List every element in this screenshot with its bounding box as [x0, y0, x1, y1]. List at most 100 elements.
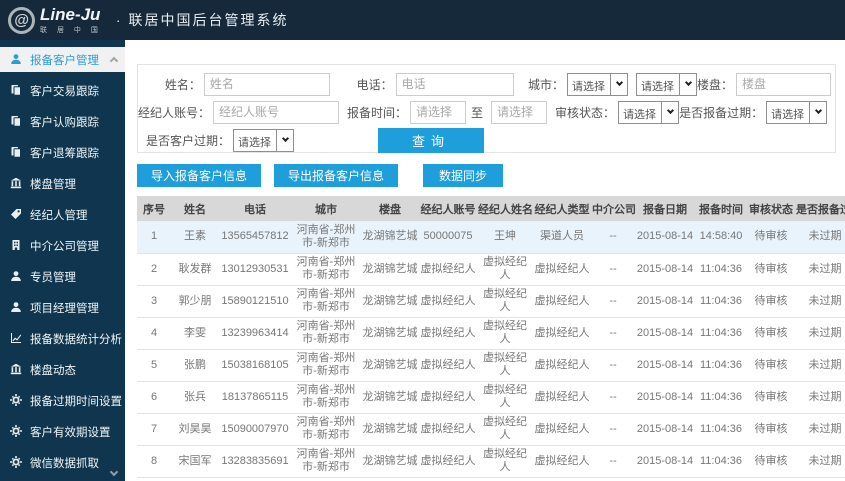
table-cell: 河南省-郑州市-新郑市 — [291, 445, 361, 478]
table-row[interactable]: 3 郭少朋 15890121510 河南省-郑州市-新郑市 龙湖锦艺城 虚拟经纪人 虚拟经纪… — [137, 285, 845, 318]
brand-subtitle: 联 居 中 国 — [40, 26, 102, 34]
building-input[interactable] — [736, 72, 832, 96]
table-cell: 未过期 — [795, 221, 845, 254]
table-cell: 虚拟经纪人 — [533, 413, 591, 446]
table-cell: 6 — [137, 381, 171, 414]
table-cell: 11:04:36 — [695, 285, 747, 318]
import-customers-button[interactable]: 导入报备客户信息 — [137, 164, 262, 187]
table-cell: 龙湖锦艺城 — [361, 445, 419, 478]
search-button[interactable]: 查询 — [378, 127, 484, 153]
table-cell: 虚拟经纪人 — [533, 349, 591, 382]
phone-input[interactable] — [395, 72, 514, 96]
table-row[interactable]: 5 张鹏 15038168105 河南省-郑州市-新郑市 龙湖锦艺城 虚拟经纪人 虚拟经纪人… — [137, 349, 845, 382]
sidebar-item-楼盘动态[interactable]: 楼盘动态 — [0, 357, 125, 382]
sidebar-item-label: 客户有效期设置 — [30, 426, 111, 439]
sidebar-item-报备过期时间设置[interactable]: 报备过期时间设置 — [0, 388, 125, 413]
sidebar-item-报备客户管理[interactable]: 报备客户管理 — [0, 47, 125, 72]
table-cell: -- — [591, 285, 635, 318]
table-row[interactable]: 2 耿发群 13012930531 河南省-郑州市-新郑市 龙湖锦艺城 虚拟经纪人 虚拟经纪… — [137, 253, 845, 286]
export-customers-button[interactable]: 导出报备客户信息 — [274, 164, 399, 187]
table-cell: 虚拟经纪人 — [477, 381, 533, 414]
chevron-down-icon — [679, 73, 696, 95]
sidebar-item-label: 楼盘动态 — [30, 364, 76, 377]
sidebar-item-项目经理管理[interactable]: 项目经理管理 — [0, 295, 125, 320]
customer-name-link[interactable]: 王素 — [171, 221, 219, 254]
sidebar-item-楼盘管理[interactable]: 楼盘管理 — [0, 171, 125, 196]
city-province-select[interactable]: 请选择 — [567, 72, 628, 96]
sidebar-item-label: 经纪人管理 — [30, 209, 88, 222]
sidebar-item-label: 报备客户管理 — [30, 54, 99, 67]
table-row[interactable]: 6 张兵 18137865115 河南省-郑州市-新郑市 龙湖锦艺城 虚拟经纪人 虚拟经纪人… — [137, 381, 845, 414]
agent-account-input[interactable] — [213, 100, 340, 124]
table-row[interactable]: 8 宋国军 13283835691 河南省-郑州市-新郑市 龙湖锦艺城 虚拟经纪人 虚拟经纪… — [137, 445, 845, 478]
sidebar-item-客户交易跟踪[interactable]: 客户交易跟踪 — [0, 78, 125, 103]
table-cell: 虚拟经纪人 — [477, 285, 533, 318]
table-cell: 11:04:36 — [695, 349, 747, 382]
customer-name-link[interactable]: 张兵 — [171, 381, 219, 414]
customer-name-link[interactable]: 郭少朋 — [171, 285, 219, 318]
gear-icon — [10, 394, 23, 407]
column-header: 经纪人账号 — [419, 196, 477, 221]
files-icon — [10, 84, 23, 97]
name-input[interactable] — [203, 72, 330, 96]
customer-name-link[interactable]: 李雯 — [171, 317, 219, 350]
table-cell: 13565457812 — [219, 221, 291, 254]
table-row[interactable]: 7 刘昊昊 15090007970 河南省-郑州市-新郑市 龙湖锦艺城 虚拟经纪人 虚拟经纪… — [137, 413, 845, 446]
customer-name-link[interactable]: 宋国军 — [171, 445, 219, 478]
to-word: 至 — [471, 105, 484, 120]
table-cell: 50000075 — [419, 221, 477, 254]
customer-name-link[interactable]: 刘昊昊 — [171, 413, 219, 446]
at-logo-icon: @ — [8, 6, 35, 34]
table-cell: 渠道人员 — [533, 221, 591, 254]
sidebar-item-客户有效期设置[interactable]: 客户有效期设置 — [0, 419, 125, 444]
table-cell: 虚拟经纪人 — [533, 445, 591, 478]
sidebar-item-中介公司管理[interactable]: 中介公司管理 — [0, 233, 125, 258]
table-cell: 虚拟经纪人 — [533, 317, 591, 350]
table-cell: 未过期 — [795, 349, 845, 382]
sidebar-item-报备数据统计分析[interactable]: 报备数据统计分析 — [0, 326, 125, 351]
sidebar-item-客户退筹跟踪[interactable]: 客户退筹跟踪 — [0, 140, 125, 165]
bank-icon — [10, 177, 23, 190]
table-cell: 未过期 — [795, 445, 845, 478]
report-expired-label: 是否报备过期： — [679, 105, 764, 120]
table-cell: 河南省-郑州市-新郑市 — [291, 349, 361, 382]
filter-panel: 姓名： 电话： 城市： 请选择 请选择 楼盘： 经纪人 — [137, 64, 836, 153]
sidebar-item-微信数据抓取[interactable]: 微信数据抓取 — [0, 450, 125, 475]
table-cell: 待审核 — [747, 221, 795, 254]
column-header: 序号 — [137, 196, 171, 221]
user-icon — [10, 270, 23, 283]
table-cell: 11:04:36 — [695, 317, 747, 350]
table-cell: 2015-08-14 — [635, 381, 695, 414]
chevron-up-icon — [109, 56, 119, 66]
customer-name-link[interactable]: 张鹏 — [171, 349, 219, 382]
customer-name-link[interactable]: 耿发群 — [171, 253, 219, 286]
column-header: 报备时间 — [695, 196, 747, 221]
report-time-from-input[interactable] — [410, 100, 467, 124]
customer-expired-select[interactable]: 请选择 — [233, 128, 294, 152]
report-time-label: 报备时间： — [347, 105, 408, 120]
sidebar-item-经纪人管理[interactable]: 经纪人管理 — [0, 202, 125, 227]
table-row[interactable]: 4 李雯 13239963414 河南省-郑州市-新郑市 龙湖锦艺城 虚拟经纪人 虚拟经纪人… — [137, 317, 845, 350]
sidebar-item-客户认购跟踪[interactable]: 客户认购跟踪 — [0, 109, 125, 134]
data-sync-button[interactable]: 数据同步 — [423, 164, 504, 187]
audit-status-label: 审核状态： — [555, 105, 616, 120]
table-cell: 河南省-郑州市-新郑市 — [291, 221, 361, 254]
table-cell: 龙湖锦艺城 — [361, 381, 419, 414]
table-cell: 龙湖锦艺城 — [361, 413, 419, 446]
files-icon — [10, 146, 23, 159]
table-cell: 待审核 — [747, 381, 795, 414]
table-row[interactable]: 1 王素 13565457812 河南省-郑州市-新郑市 龙湖锦艺城 50000075 王坤… — [137, 221, 845, 254]
office-icon — [10, 239, 23, 252]
sidebar-item-专员管理[interactable]: 专员管理 — [0, 264, 125, 289]
table-cell: 2015-08-14 — [635, 253, 695, 286]
report-expired-select[interactable]: 请选择 — [766, 100, 828, 124]
table-cell: 龙湖锦艺城 — [361, 285, 419, 318]
city-label: 城市： — [527, 77, 564, 92]
tag-icon — [10, 208, 23, 221]
report-time-to-input[interactable] — [491, 100, 548, 124]
logo: @ Line-Ju 联 居 中 国 — [0, 6, 102, 35]
table-cell: 1 — [137, 221, 171, 254]
table-cell: 王坤 — [477, 221, 533, 254]
audit-status-select[interactable]: 请选择 — [618, 100, 680, 124]
city-district-select[interactable]: 请选择 — [636, 72, 697, 96]
